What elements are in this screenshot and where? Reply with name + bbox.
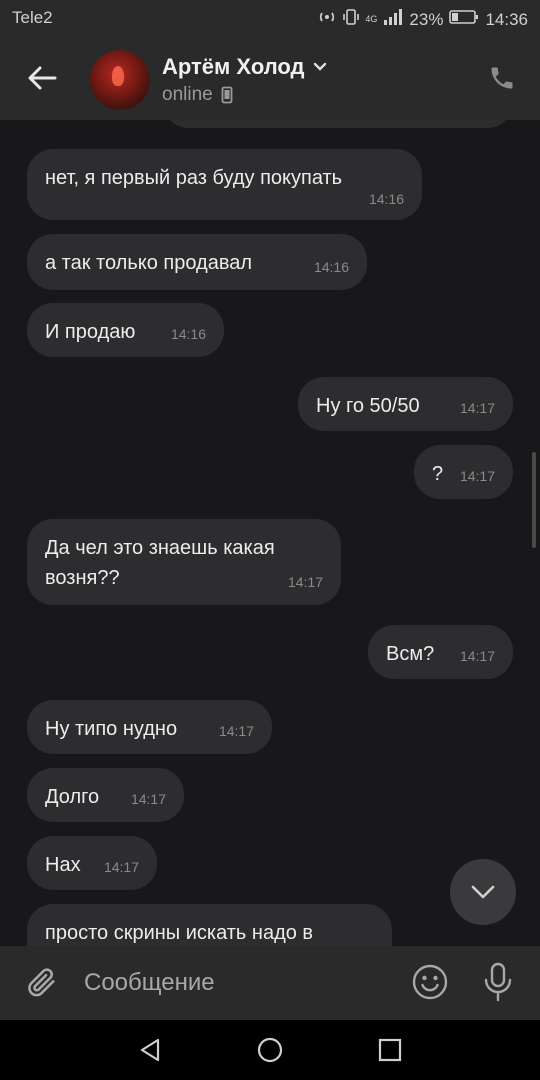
call-button[interactable] [484,60,520,96]
microphone-button[interactable] [478,960,518,1004]
message-bubble-incoming[interactable]: Ну типо нудно 14:17 [27,700,272,754]
contact-name[interactable]: Артём Холод [162,54,327,80]
message-bubble-incoming[interactable]: Нах 14:17 [27,836,157,890]
status-icons: 4G 23% 14:36 [317,8,528,31]
battery-percent: 23% [409,9,444,29]
status-label: online [162,84,213,105]
back-arrow-icon [28,66,57,90]
message-time: 14:17 [103,859,139,875]
message-composer [0,946,540,1020]
clock: 14:36 [485,9,528,29]
chevron-down-icon [471,885,495,899]
message-time: 14:16 [170,326,206,342]
message-text: Ну типо нудно [45,718,178,740]
hotspot-icon [317,8,337,31]
message-time: 14:17 [459,468,495,484]
message-bubble-outgoing[interactable]: Ну го 50/50 14:17 [298,377,513,431]
chat-header: Артём Холод online [0,36,540,120]
message-bubble-outgoing[interactable] [164,120,512,128]
contact-status: online [162,84,233,106]
message-time: 14:16 [313,259,349,275]
message-time: 14:17 [218,723,254,739]
nav-home-icon [257,1037,283,1063]
message-bubble-incoming[interactable]: Долго 14:17 [27,768,184,822]
message-time: 14:16 [368,191,404,207]
microphone-icon [484,962,512,1002]
nav-back-button[interactable] [130,1030,170,1070]
nav-home-button[interactable] [250,1030,290,1070]
scroll-down-button[interactable] [450,859,516,925]
message-bubble-incoming[interactable]: просто скрины искать надо в [27,904,392,946]
mobile-icon [221,86,233,104]
message-text: просто скрины искать надо в [45,922,314,944]
message-bubble-incoming[interactable]: Да чел это знаешь какая возня?? 14:17 [27,519,341,605]
message-bubble-incoming[interactable]: а так только продавал 14:16 [27,234,367,290]
message-list[interactable]: нет, я первый раз буду покупать 14:16 а … [0,120,540,946]
message-text: Долго [45,786,100,808]
message-time: 14:17 [130,791,166,807]
contact-name-label: Артём Холод [162,54,305,79]
message-bubble-outgoing[interactable]: Всм? 14:17 [368,625,513,679]
battery-icon [449,9,479,30]
nav-back-icon [140,1038,160,1062]
system-nav-bar [0,1020,540,1080]
message-text: Всм? [386,643,435,665]
back-button[interactable] [20,56,64,100]
avatar[interactable] [90,50,150,110]
emoji-button[interactable] [410,962,450,1002]
message-time: 14:17 [459,400,495,416]
message-text: а так только продавал [45,252,253,274]
message-bubble-incoming[interactable]: нет, я первый раз буду покупать 14:16 [27,149,422,220]
nav-recents-icon [378,1038,402,1062]
message-text: ? [432,463,444,485]
message-text: И продаю [45,321,136,343]
message-bubble-outgoing[interactable]: ? 14:17 [414,445,513,499]
message-time: 14:17 [287,574,323,590]
emoji-icon [412,964,448,1000]
message-time: 14:17 [459,648,495,664]
status-bar: Tele2 4G 23% 14:36 [0,0,540,36]
phone-icon [491,67,513,89]
network-type: 4G [365,14,378,24]
signal-icon [383,8,403,31]
message-text: Да чел это знаешь какая возня?? [45,537,275,589]
message-input[interactable] [84,966,384,1000]
attach-button[interactable] [22,962,62,1002]
vibrate-icon [343,8,360,31]
message-bubble-incoming[interactable]: И продаю 14:16 [27,303,224,357]
attach-icon [28,968,55,997]
message-text: Ну го 50/50 [316,395,420,417]
message-text: нет, я первый раз буду покупать [45,167,343,189]
nav-recents-button[interactable] [370,1030,410,1070]
scrollbar[interactable] [532,452,536,548]
message-text: Нах [45,854,81,876]
chevron-down-icon [313,62,326,71]
carrier-label: Tele2 [12,8,53,27]
